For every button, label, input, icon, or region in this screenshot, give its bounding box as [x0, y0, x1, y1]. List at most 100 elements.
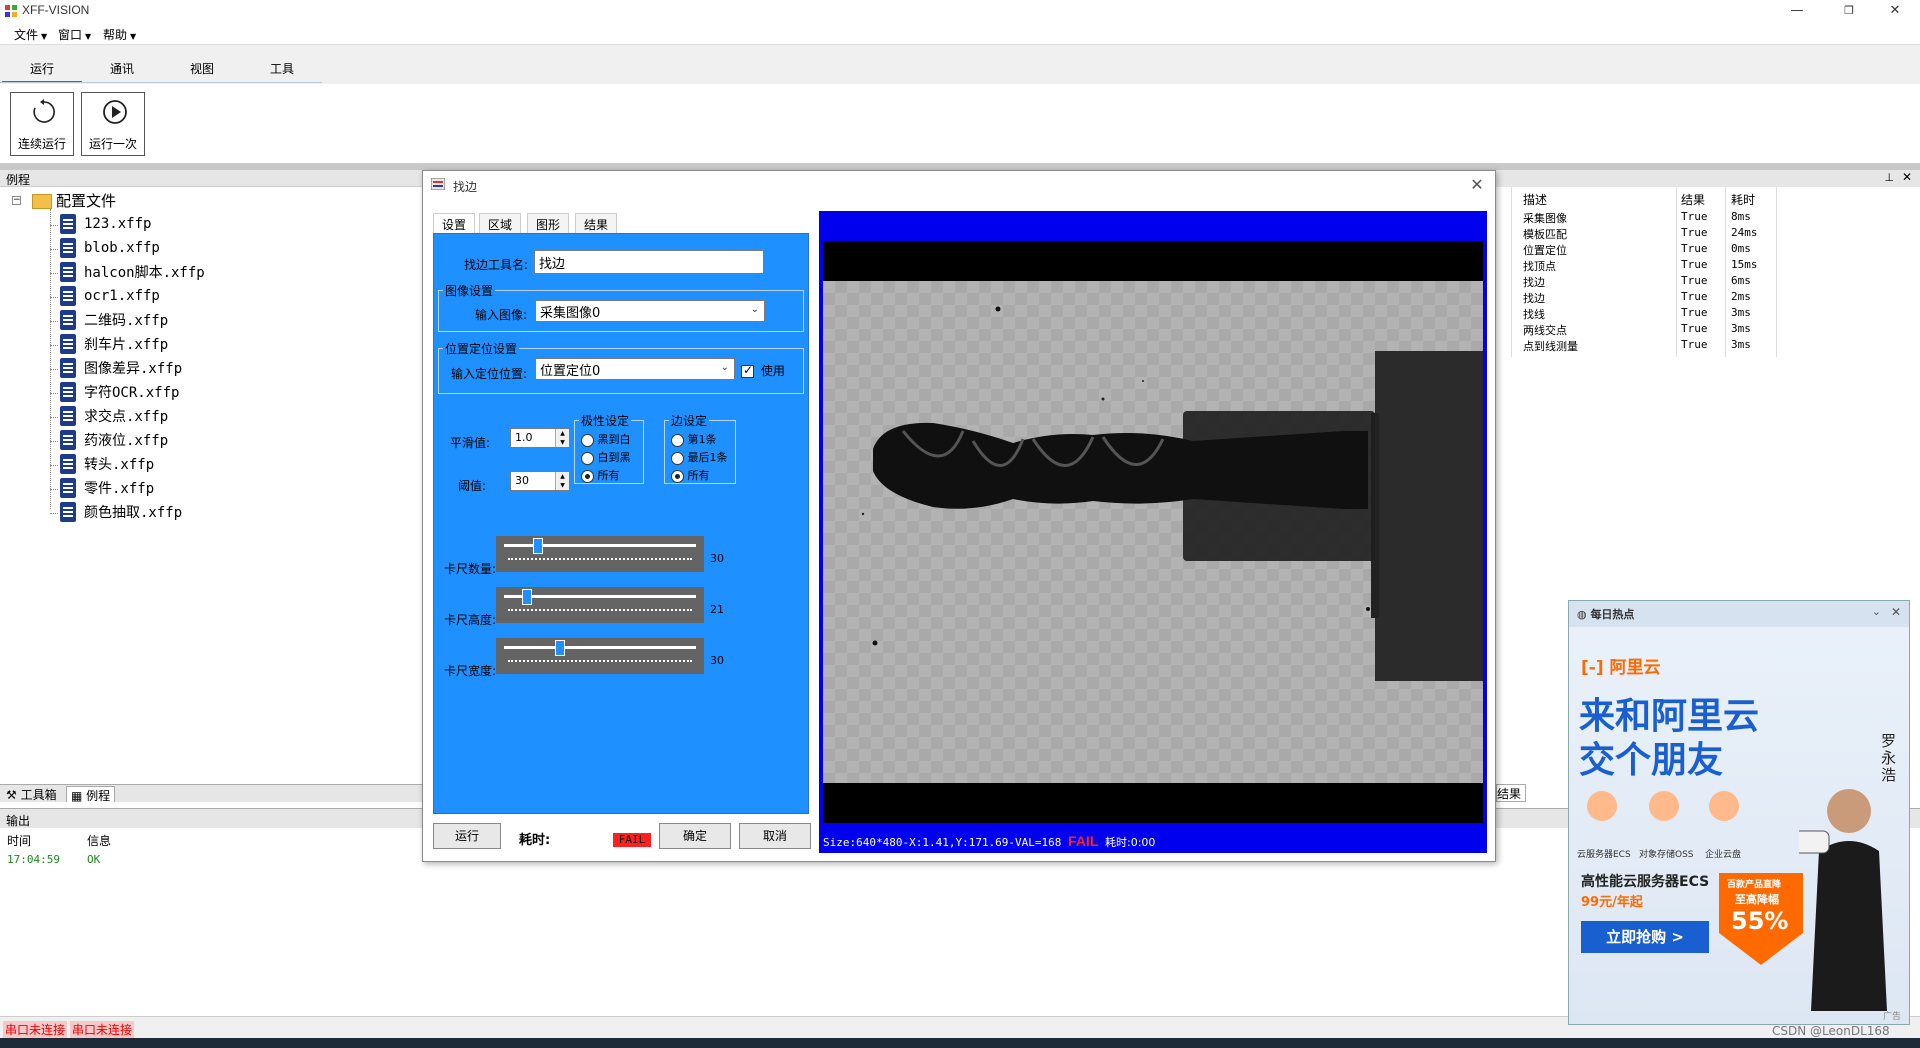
ad-cta-button[interactable]: 立即抢购 >: [1581, 921, 1709, 953]
dialog-close-icon[interactable]: ✕: [1465, 173, 1489, 197]
use-position-checkbox[interactable]: 使用: [741, 362, 785, 379]
result-row[interactable]: 模板匹配 True 24ms: [1496, 226, 1796, 242]
tree-branch: [50, 441, 58, 442]
tab-run[interactable]: 运行: [2, 57, 82, 83]
threshold-spinner[interactable]: 30 ▲ ▼: [510, 471, 570, 491]
slider-thumb[interactable]: [522, 589, 533, 605]
tab-region[interactable]: 区域: [479, 213, 522, 233]
tree-file-item[interactable]: 颜色抽取.xffp: [50, 502, 182, 526]
tool-name-input[interactable]: 找边: [534, 250, 764, 274]
tree-file-item[interactable]: 转头.xffp: [50, 454, 154, 478]
menu-file[interactable]: 文件 ▼: [14, 26, 47, 43]
continuous-run-button[interactable]: 连续运行: [10, 92, 74, 156]
ad-person-figure: [1788, 771, 1889, 1011]
spinner-arrows-icon[interactable]: ▲ ▼: [555, 472, 569, 490]
elapsed-label: 耗时:: [519, 833, 551, 848]
ad-popup[interactable]: ◍ 每日热点 ⌄ ✕ [-] 阿里云 来和阿里云 交个朋友 罗永浩 云服务器EC…: [1568, 600, 1910, 1025]
input-position-label: 输入定位位置:: [451, 367, 528, 381]
tree-file-item[interactable]: 求交点.xffp: [50, 406, 168, 430]
left-tabs: ⚒ 工具箱 ▦ 例程: [0, 784, 425, 803]
tab-settings[interactable]: 设置: [433, 213, 476, 233]
result-row[interactable]: 找顶点 True 15ms: [1496, 258, 1796, 274]
caliper-slider[interactable]: [496, 638, 704, 674]
tree-branch: [50, 369, 58, 370]
grid-icon: ▦: [71, 789, 83, 803]
result-row[interactable]: 点到线测量 True 3ms: [1496, 338, 1796, 354]
tree-file-item[interactable]: 字符OCR.xffp: [50, 382, 179, 406]
result-row[interactable]: 找边 True 2ms: [1496, 290, 1796, 306]
result-row[interactable]: 找线 True 3ms: [1496, 306, 1796, 322]
edge-last[interactable]: 最后1条: [671, 449, 728, 465]
result-row[interactable]: 两线交点 True 3ms: [1496, 322, 1796, 338]
file-icon: [60, 310, 76, 330]
minimize-icon[interactable]: —: [1774, 0, 1820, 22]
ad-close-icon[interactable]: ✕: [1891, 605, 1901, 619]
fail-badge: FAIL: [613, 833, 651, 847]
result-row[interactable]: 位置定位 True 0ms: [1496, 242, 1796, 258]
tree-file-item[interactable]: 二维码.xffp: [50, 310, 168, 334]
tab-results[interactable]: 结果: [1496, 784, 1526, 802]
slider-thumb[interactable]: [554, 640, 565, 656]
restore-icon[interactable]: ❐: [1826, 0, 1872, 22]
ad-badge-3: 55%: [1731, 907, 1789, 935]
serial-status-1: 串口未连接: [3, 1021, 68, 1038]
ad-icon-label-3: 企业云盘: [1705, 850, 1742, 860]
ok-button[interactable]: 确定: [659, 823, 731, 849]
ad-collapse-icon[interactable]: ⌄: [1872, 605, 1881, 618]
result-row[interactable]: 采集图像 True 8ms: [1496, 210, 1796, 226]
tree-file-item[interactable]: 零件.xffp: [50, 478, 154, 502]
tab-view[interactable]: 视图: [162, 57, 242, 83]
caliper-slider[interactable]: [496, 536, 704, 572]
pin-icon[interactable]: ⊥: [1884, 171, 1894, 184]
input-image-select[interactable]: 采集图像0 ⌄: [535, 300, 765, 322]
tree-file-item[interactable]: ocr1.xffp: [50, 286, 160, 310]
menu-bar: 文件 ▼ 窗口 ▼ 帮助 ▼: [0, 22, 1920, 44]
polarity-all[interactable]: 所有: [581, 467, 620, 483]
tab-examples[interactable]: ▦ 例程: [66, 786, 116, 803]
tree-branch: [50, 273, 58, 274]
tree-file-item[interactable]: 图像差异.xffp: [50, 358, 182, 382]
tree-branch: [50, 345, 58, 346]
ad-icon-label-2: 对象存储OSS: [1639, 850, 1694, 860]
left-panel-header: 例程: [0, 170, 425, 187]
tab-comm[interactable]: 通讯: [82, 57, 162, 83]
tree-file-item[interactable]: halcon脚本.xffp: [50, 262, 205, 286]
tree-file-item[interactable]: 药液位.xffp: [50, 430, 168, 454]
result-row[interactable]: 找边 True 6ms: [1496, 274, 1796, 290]
menu-window[interactable]: 窗口 ▼: [58, 26, 91, 43]
file-icon: [60, 214, 76, 234]
result-desc-cell: 位置定位: [1523, 244, 1567, 257]
slider-thumb[interactable]: [533, 538, 544, 554]
slider-value: 30: [710, 654, 724, 667]
close-icon[interactable]: ✕: [1872, 0, 1918, 22]
tab-toolbox[interactable]: ⚒ 工具箱: [2, 786, 61, 802]
tab-tools[interactable]: 工具: [242, 57, 322, 83]
file-icon: [60, 238, 76, 258]
edge-all[interactable]: 所有: [671, 467, 710, 483]
close-panel-icon[interactable]: ✕: [1902, 170, 1912, 184]
spinner-arrows-icon[interactable]: ▲ ▼: [555, 429, 569, 447]
caliper-slider[interactable]: [496, 587, 704, 623]
tree-branch: [50, 321, 58, 322]
menu-help[interactable]: 帮助 ▼: [103, 26, 136, 43]
run-once-button[interactable]: 运行一次: [81, 92, 145, 156]
edge-first[interactable]: 第1条: [671, 431, 717, 447]
tree-root[interactable]: 配置文件: [32, 190, 116, 211]
tree-file-item[interactable]: 刹车片.xffp: [50, 334, 168, 358]
input-position-select[interactable]: 位置定位0 ⌄: [535, 358, 735, 380]
collapse-toggle[interactable]: −: [12, 196, 21, 205]
ribbon-underline: [0, 82, 322, 83]
run-button[interactable]: 运行: [433, 823, 501, 849]
polarity-black-to-white[interactable]: 黑到白: [581, 431, 631, 447]
tree-file-item[interactable]: 123.xffp: [50, 214, 151, 238]
polarity-white-to-black[interactable]: 白到黑: [581, 449, 631, 465]
ecs-icon: [1587, 791, 1617, 821]
col-desc: 描述: [1523, 193, 1548, 207]
tree-branch: [50, 513, 58, 514]
smooth-spinner[interactable]: 1.0 ▲ ▼: [510, 428, 570, 448]
tab-graphics[interactable]: 图形: [527, 213, 570, 233]
tree-file-item[interactable]: blob.xffp: [50, 238, 160, 262]
cancel-button[interactable]: 取消: [739, 823, 811, 849]
image-viewer[interactable]: Size:640*480-X:1.41,Y:171.69-VAL=168 FAI…: [819, 211, 1487, 853]
tab-dialog-result[interactable]: 结果: [575, 213, 618, 233]
